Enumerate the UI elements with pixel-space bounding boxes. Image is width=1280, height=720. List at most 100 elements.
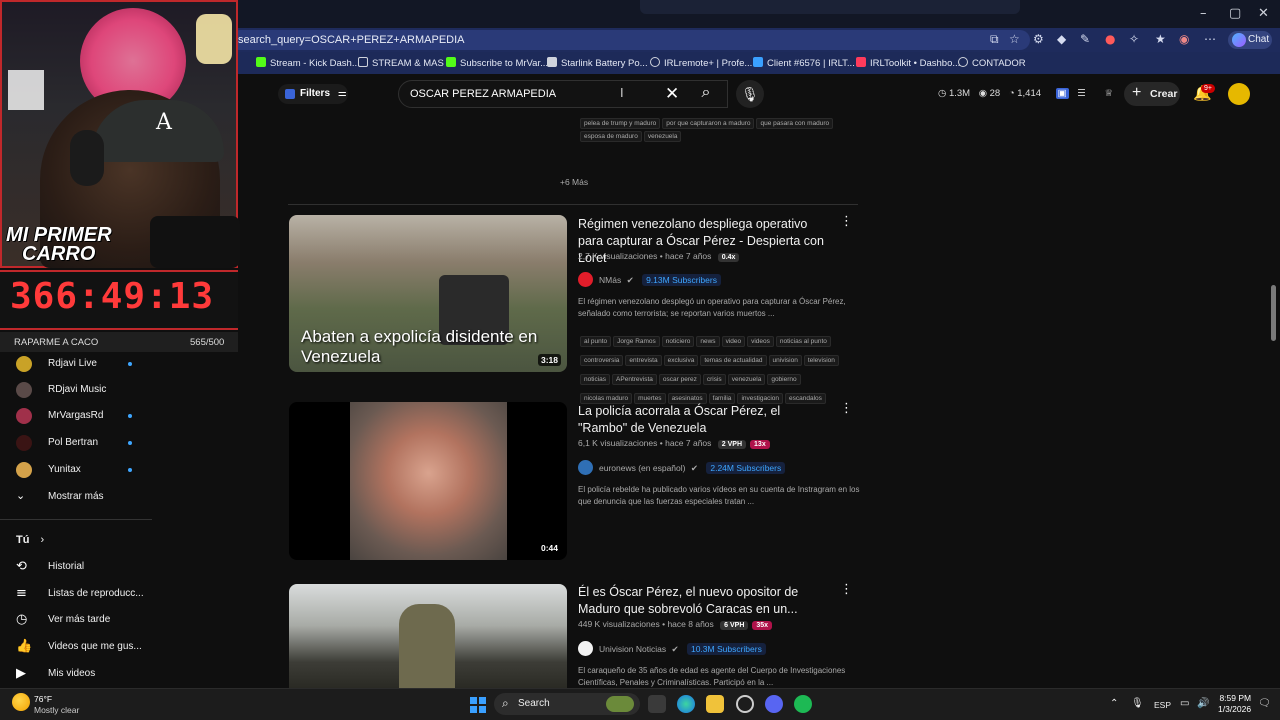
sidebar-subscription-item[interactable]: Rdjavi Live: [0, 351, 150, 377]
extension-diamond-icon[interactable]: ◆: [1057, 32, 1066, 46]
search-chip[interactable]: esposa de maduro: [580, 131, 642, 142]
sidebar-item-liked-videos[interactable]: 👍 Videos que me gus...: [0, 634, 150, 660]
channel-name[interactable]: NMás: [599, 275, 621, 285]
weather-description[interactable]: Mostly clear: [34, 705, 79, 715]
favorite-star-icon[interactable]: ☆: [1009, 32, 1020, 46]
taskbar-clock[interactable]: 8:59 PM 1/3/2026: [1218, 693, 1251, 715]
sidebar-item-my-videos[interactable]: ▶ Mis videos: [0, 661, 150, 687]
bookmark-item[interactable]: IRLremote+ | Profe...: [650, 57, 752, 69]
channel-name[interactable]: euronews (en español): [599, 463, 685, 473]
sidebar-subscription-item[interactable]: Pol Bertran: [0, 430, 150, 456]
bookmark-item[interactable]: Starlink Battery Po...: [547, 57, 648, 69]
open-in-app-icon[interactable]: ⧉: [990, 32, 999, 47]
search-query-text[interactable]: OSCAR PEREZ ARMAPEDIA: [410, 88, 556, 100]
discord-icon[interactable]: [765, 695, 783, 713]
sidebar-item-history[interactable]: ⟲ Historial: [0, 554, 150, 580]
tag-chip[interactable]: APentrevista: [612, 374, 657, 385]
sidebar-item-playlists[interactable]: ≡ Listas de reproducc...: [0, 581, 150, 607]
tag-chip[interactable]: controversia: [580, 355, 624, 366]
weather-temperature[interactable]: 76°F: [34, 694, 52, 704]
tag-chip[interactable]: gobierno: [767, 374, 801, 385]
video-title[interactable]: Él es Óscar Pérez, el nuevo opositor de …: [578, 584, 828, 618]
tray-mic-icon[interactable]: 🎙: [1131, 698, 1144, 709]
extension-icon[interactable]: ▣: [1055, 88, 1069, 99]
task-view-icon[interactable]: [648, 695, 666, 713]
tag-chip[interactable]: noticiero: [661, 336, 695, 347]
tag-chip[interactable]: Jorge Ramos: [613, 336, 660, 347]
notification-center-icon[interactable]: 🗨: [1258, 698, 1271, 709]
sidebar-subscription-item[interactable]: MrVargasRd: [0, 403, 150, 429]
channel-row[interactable]: euronews (en español) ✔ 2.24M Subscriber…: [578, 460, 786, 475]
trophy-icon[interactable]: ♕: [1104, 88, 1113, 99]
input-language[interactable]: ESP: [1154, 700, 1171, 710]
search-chip[interactable]: venezuela: [643, 131, 682, 142]
minimize-icon[interactable]: –: [1200, 6, 1207, 21]
url-text[interactable]: search_query=OSCAR+PEREZ+ARMAPEDIA: [238, 34, 465, 46]
volume-icon[interactable]: 🔊: [1197, 698, 1209, 709]
tag-chip[interactable]: entrevista: [625, 355, 662, 366]
tag-chip[interactable]: univision: [768, 355, 802, 366]
bookmark-item[interactable]: Subscribe to MrVar...: [446, 57, 548, 69]
video-title[interactable]: La policía acorrala a Óscar Pérez, el "R…: [578, 403, 828, 437]
tag-chip[interactable]: crisis: [702, 374, 726, 385]
search-chip[interactable]: que pasara con maduro: [756, 118, 834, 129]
bookmark-item[interactable]: CONTADOR: [958, 57, 1026, 69]
page-scrollbar-thumb[interactable]: [1271, 285, 1276, 341]
tag-chip[interactable]: noticias: [580, 374, 611, 385]
channel-name[interactable]: Univision Noticias: [599, 644, 666, 654]
extensions-puzzle-icon[interactable]: ✧: [1129, 32, 1139, 46]
start-button-icon[interactable]: [470, 697, 486, 713]
video-thumbnail[interactable]: [289, 584, 567, 688]
channel-row[interactable]: NMás ✔ 9.13M Subscribers: [578, 272, 721, 287]
channel-row[interactable]: Univision Noticias ✔ 10.3M Subscribers: [578, 641, 766, 656]
copilot-chat-button[interactable]: Chat: [1228, 31, 1272, 49]
profile-avatar-icon[interactable]: ◉: [1179, 32, 1189, 46]
file-explorer-icon[interactable]: [706, 695, 724, 713]
video-thumbnail[interactable]: Abaten a expolicía disidente en Venezuel…: [289, 215, 567, 372]
more-options-icon[interactable]: ⋮: [840, 582, 853, 597]
create-button[interactable]: + Crear: [1124, 82, 1180, 106]
bookmark-item[interactable]: Client #6576 | IRLT...: [753, 57, 855, 69]
tag-chip[interactable]: television: [803, 355, 839, 366]
bookmark-item[interactable]: IRLToolkit • Dashbo...: [856, 57, 960, 69]
sidebar-subscription-item[interactable]: Yunitax: [0, 457, 150, 483]
sidebar-show-more[interactable]: ⌄ Mostrar más: [0, 484, 150, 510]
tag-chip[interactable]: exclusiva: [663, 355, 699, 366]
tag-chip[interactable]: videos: [747, 336, 774, 347]
taskbar-search[interactable]: ⌕ Search: [494, 693, 640, 715]
more-options-icon[interactable]: ⋮: [840, 214, 853, 229]
account-avatar[interactable]: [1228, 83, 1250, 105]
sidebar-item-watch-later[interactable]: ◷ Ver más tarde: [0, 607, 150, 633]
tag-chip[interactable]: temas de actualidad: [700, 355, 767, 366]
maximize-icon[interactable]: ▢: [1229, 6, 1241, 21]
extension-red-icon[interactable]: ●: [1105, 32, 1115, 46]
tag-chip[interactable]: noticias al punto: [775, 336, 831, 347]
video-thumbnail[interactable]: 0:44: [289, 402, 567, 560]
more-options-icon[interactable]: ⋮: [840, 401, 853, 416]
show-more-chips-button[interactable]: +6 Más: [560, 177, 588, 187]
edge-browser-icon[interactable]: [677, 695, 695, 713]
tag-chip[interactable]: al punto: [580, 336, 612, 347]
extension-icon[interactable]: ⚙: [1033, 32, 1044, 46]
network-icon[interactable]: ▭: [1180, 698, 1189, 709]
voice-search-button[interactable]: 🎙: [736, 80, 764, 108]
search-button[interactable]: ⌕: [688, 80, 724, 108]
more-menu-icon[interactable]: ⋯: [1204, 32, 1216, 46]
tag-chip[interactable]: news: [696, 336, 720, 347]
list-icon[interactable]: ☰: [1077, 88, 1086, 99]
obs-icon[interactable]: [736, 695, 754, 713]
filters-button[interactable]: Filters ⚌: [278, 84, 348, 104]
sidebar-subscription-item[interactable]: RDjavi Music: [0, 377, 150, 403]
spotify-icon[interactable]: [794, 695, 812, 713]
tag-chip[interactable]: venezuela: [727, 374, 766, 385]
extension-pen-icon[interactable]: ✎: [1080, 32, 1090, 46]
clear-search-icon[interactable]: ✕: [665, 84, 679, 104]
tag-chip[interactable]: video: [721, 336, 746, 347]
bookmark-item[interactable]: Stream - Kick Dash...: [256, 57, 360, 69]
favorites-icon[interactable]: ★: [1155, 32, 1166, 46]
tray-chevron-up-icon[interactable]: ⌃: [1110, 698, 1118, 709]
bookmark-item[interactable]: STREAM & MAS: [358, 57, 444, 69]
weather-moon-icon[interactable]: [12, 693, 30, 711]
close-window-icon[interactable]: ✕: [1258, 6, 1269, 21]
tag-chip[interactable]: oscar perez: [658, 374, 701, 385]
